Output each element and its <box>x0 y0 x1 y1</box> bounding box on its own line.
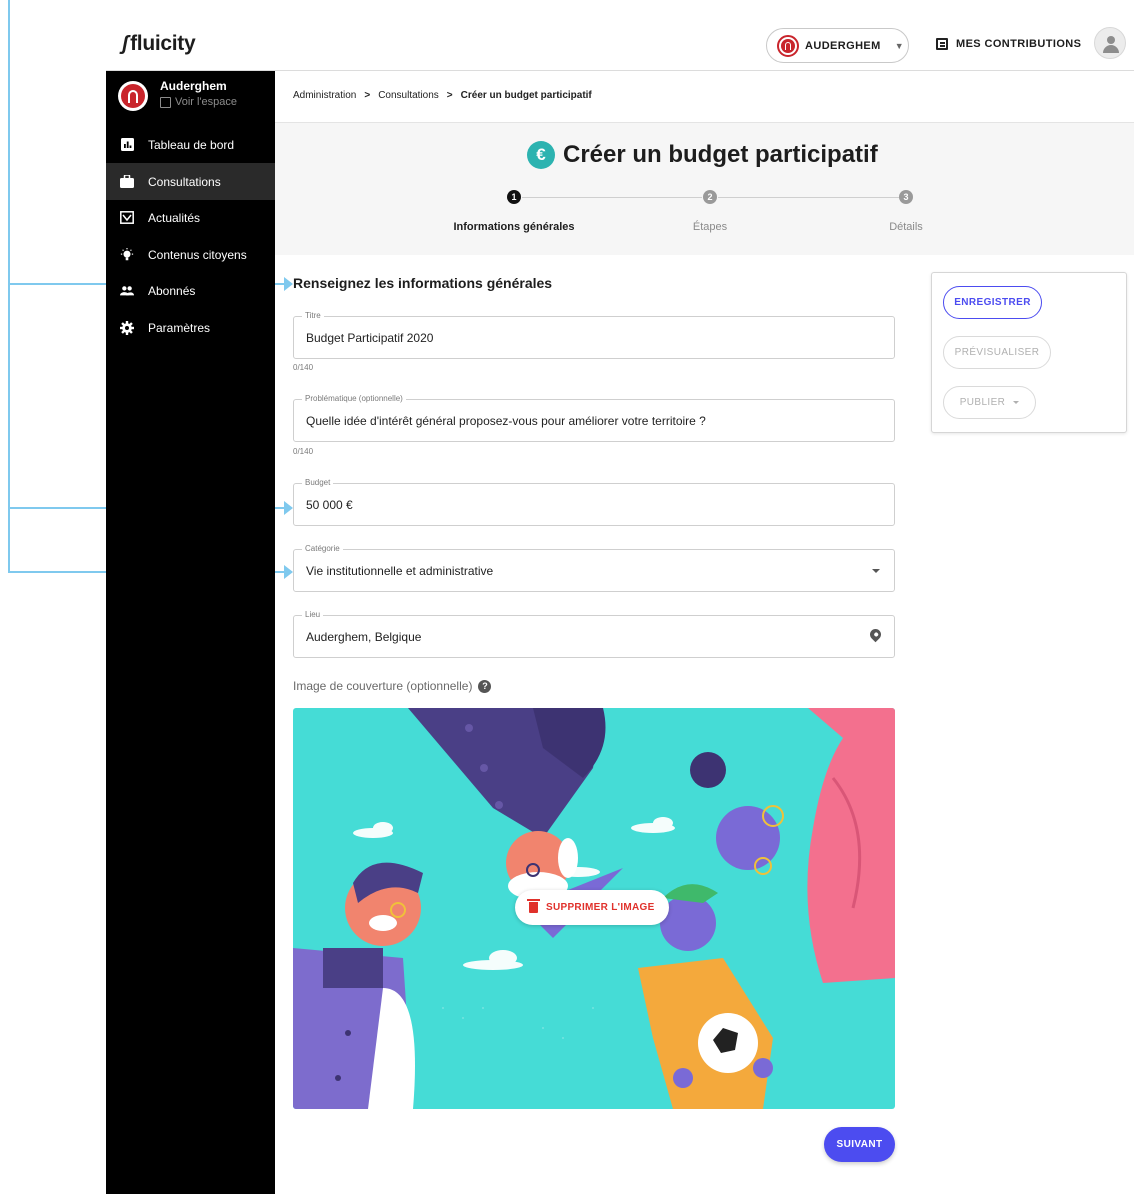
place-field[interactable]: Lieu Auderghem, Belgique <box>293 610 895 658</box>
budget-field-label: Budget <box>302 478 334 487</box>
sidebar-space-header: Auderghem Voir l'espace <box>118 79 237 111</box>
title-field-value: Budget Participatif 2020 <box>306 330 434 345</box>
space-avatar <box>777 34 799 57</box>
problem-field[interactable]: Problématique (optionnelle) Quelle idée … <box>293 394 895 442</box>
annotation-arrow-category <box>284 565 293 579</box>
actions-panel: ENREGISTRER PRÉVISUALISER PUBLIER <box>931 272 1127 433</box>
trash-icon <box>527 899 540 913</box>
problem-char-counter: 0/140 <box>293 447 314 456</box>
title-char-counter: 0/140 <box>293 363 314 372</box>
chevron-down-icon <box>1013 401 1020 404</box>
problem-field-label: Problématique (optionnelle) <box>302 394 406 403</box>
chevron-right-icon: > <box>364 90 371 101</box>
publish-button[interactable]: PUBLIER <box>943 386 1036 419</box>
sidebar-item-settings[interactable]: Paramètres <box>106 309 275 346</box>
annotation-arrow-section <box>284 277 293 291</box>
step-1-indicator[interactable]: 1 <box>507 190 521 204</box>
view-space-label: Voir l'espace <box>175 96 238 108</box>
delete-image-button[interactable]: SUPPRIMER L'IMAGE <box>515 890 669 925</box>
breadcrumb: Administration > Consultations > Créer u… <box>293 90 592 101</box>
sidebar-item-label: Contenus citoyens <box>148 247 247 262</box>
chevron-down-icon <box>872 569 880 573</box>
publish-button-label: PUBLIER <box>959 397 1006 408</box>
briefcase-icon <box>120 175 134 189</box>
delete-image-label: SUPPRIMER L'IMAGE <box>546 902 655 913</box>
contributions-icon <box>936 38 948 50</box>
next-button[interactable]: SUIVANT <box>824 1127 895 1162</box>
category-select[interactable]: Catégorie Vie institutionnelle et admini… <box>293 544 895 592</box>
cover-image: SUPPRIMER L'IMAGE <box>293 708 895 1109</box>
category-select-value: Vie institutionnelle et administrative <box>306 563 494 578</box>
lightbulb-icon <box>120 247 134 262</box>
space-switcher-label: AUDERGHEM <box>805 39 881 52</box>
sidebar-item-consultations[interactable]: Consultations <box>106 163 275 200</box>
section-title: Renseignez les informations générales <box>293 275 553 291</box>
sidebar-item-citizen-content[interactable]: Contenus citoyens <box>106 236 275 273</box>
euro-icon: € <box>527 141 555 169</box>
chevron-down-icon: ▼ <box>894 40 905 51</box>
problem-field-value: Quelle idée d'intérêt général proposez-v… <box>306 413 706 428</box>
annotation-line-vertical <box>8 0 10 572</box>
location-pin-icon <box>867 626 884 643</box>
sidebar-space-name: Auderghem <box>160 79 227 93</box>
chevron-right-icon: > <box>446 90 453 101</box>
budget-field[interactable]: Budget 50 000 € <box>293 478 895 526</box>
fluicity-logo-mark: ʃ <box>122 32 129 55</box>
title-field-label: Titre <box>302 311 324 320</box>
sidebar-item-label: Tableau de bord <box>148 137 235 152</box>
page-header: € Créer un budget participatif 1 2 3 Inf… <box>275 123 1134 255</box>
news-icon <box>120 211 134 225</box>
view-space-link[interactable]: Voir l'espace <box>160 96 237 108</box>
fluicity-logo[interactable]: ʃ fluicity <box>122 32 196 56</box>
help-icon[interactable]: ? <box>478 679 492 693</box>
page-title-text: Créer un budget participatif <box>563 141 878 168</box>
step-2-indicator[interactable]: 2 <box>703 190 717 204</box>
my-contributions-label: MES CONTRIBUTIONS <box>956 38 1082 50</box>
title-field[interactable]: Titre Budget Participatif 2020 <box>293 311 895 359</box>
page-title: € Créer un budget participatif <box>527 141 878 169</box>
save-button[interactable]: ENREGISTRER <box>943 286 1042 319</box>
breadcrumb-current: Créer un budget participatif <box>460 90 592 101</box>
people-icon <box>120 284 134 298</box>
step-1-label[interactable]: Informations générales <box>453 221 574 233</box>
category-select-label: Catégorie <box>302 544 343 553</box>
step-3-indicator[interactable]: 3 <box>899 190 913 204</box>
user-avatar[interactable] <box>1094 27 1126 59</box>
sidebar-item-label: Consultations <box>148 174 221 189</box>
cover-image-label-text: Image de couverture (optionnelle) <box>293 679 473 693</box>
sidebar-item-dashboard[interactable]: Tableau de bord <box>106 126 275 163</box>
stepper-connector <box>718 197 899 198</box>
breadcrumb-administration[interactable]: Administration <box>293 90 356 101</box>
fluicity-logo-text: fluicity <box>130 32 196 55</box>
sidebar-item-label: Abonnés <box>148 283 196 298</box>
place-field-label: Lieu <box>302 610 324 619</box>
place-field-value: Auderghem, Belgique <box>306 629 422 644</box>
sidebar-item-subscribers[interactable]: Abonnés <box>106 272 275 309</box>
preview-button[interactable]: PRÉVISUALISER <box>943 336 1051 369</box>
cover-image-label: Image de couverture (optionnelle) ? <box>293 679 492 693</box>
sidebar-item-news[interactable]: Actualités <box>106 199 275 236</box>
external-link-icon <box>160 96 171 108</box>
sidebar: Auderghem Voir l'espace Tableau de bord … <box>106 71 275 1194</box>
stepper-connector <box>522 197 702 198</box>
space-logo <box>118 81 148 111</box>
step-2-label[interactable]: Étapes <box>693 221 727 233</box>
space-switcher[interactable]: AUDERGHEM ▼ <box>766 28 909 63</box>
dashboard-icon <box>120 138 134 152</box>
top-bar: ʃ fluicity AUDERGHEM ▼ MES CONTRIBUTIONS <box>106 0 1134 71</box>
gear-icon <box>120 320 134 335</box>
my-contributions-link[interactable]: MES CONTRIBUTIONS <box>936 38 1081 50</box>
sidebar-item-label: Actualités <box>148 210 201 225</box>
breadcrumb-consultations[interactable]: Consultations <box>378 90 439 101</box>
annotation-arrow-budget <box>284 501 293 515</box>
budget-field-value: 50 000 € <box>306 497 353 512</box>
step-3-label[interactable]: Détails <box>889 221 923 233</box>
sidebar-item-label: Paramètres <box>148 320 211 335</box>
